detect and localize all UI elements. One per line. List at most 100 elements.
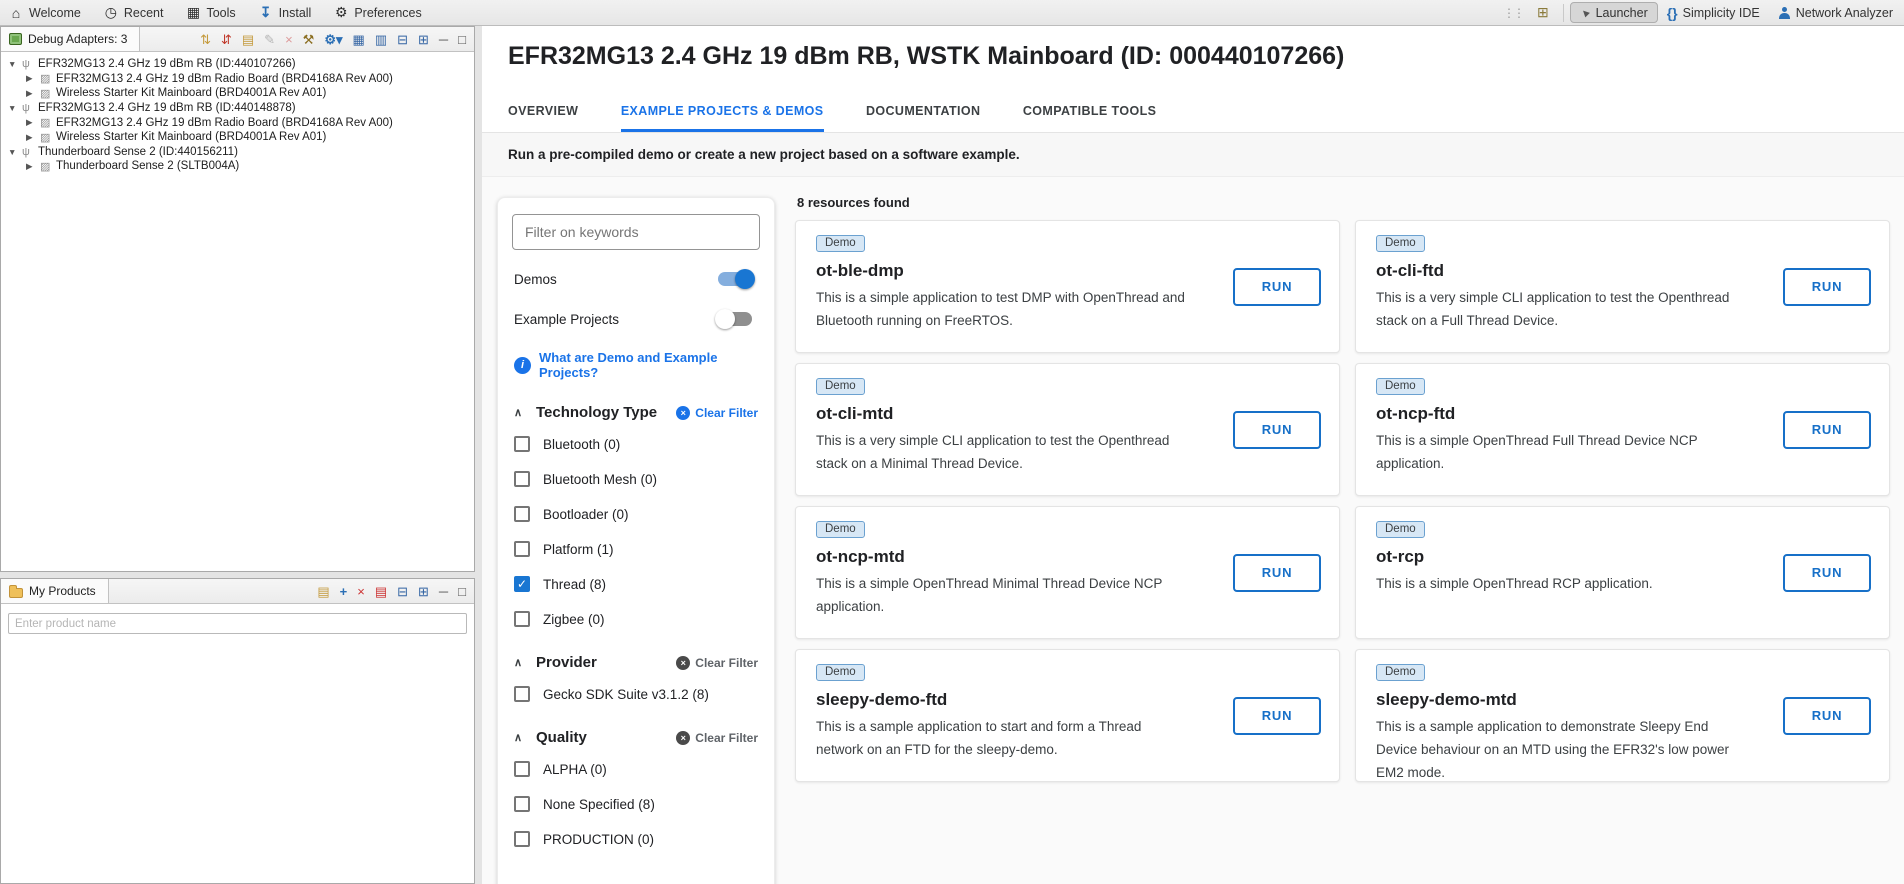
disconnect-icon[interactable]: ⇵ — [221, 33, 232, 46]
new-group-icon[interactable]: ▤ — [242, 33, 254, 46]
checkbox-checked[interactable]: ✓ — [514, 576, 530, 592]
remove-all-icon[interactable]: ▤ — [375, 585, 387, 598]
filter-option-thread: ✓ Thread (8) — [514, 573, 760, 595]
clear-filter-technology[interactable]: × Clear Filter — [676, 406, 758, 420]
run-button[interactable]: RUN — [1233, 268, 1321, 306]
tree-row[interactable]: ▼ ψ EFR32MG13 2.4 GHz 19 dBm RB (ID:4401… — [1, 101, 474, 116]
checkbox-unchecked[interactable] — [514, 506, 530, 522]
open-perspective-icon[interactable]: ⊞ — [1537, 4, 1549, 21]
board-icon: ▨ — [40, 72, 56, 85]
device-tools-icon[interactable]: ⚒ — [303, 33, 315, 46]
run-button[interactable]: RUN — [1233, 554, 1321, 592]
tree-row[interactable]: ▶ ▨ Wireless Starter Kit Mainboard (BRD4… — [1, 86, 474, 101]
example-card-sleepy-demo-ftd: Demo sleepy-demo-ftd This is a sample ap… — [795, 649, 1340, 782]
filter-sidebar: Demos Example Projects i What are Demo a… — [497, 197, 775, 884]
tree-row[interactable]: ▶ ▨ EFR32MG13 2.4 GHz 19 dBm Radio Board… — [1, 115, 474, 130]
demo-badge: Demo — [816, 521, 865, 538]
run-button[interactable]: RUN — [1783, 697, 1871, 735]
minimize-icon[interactable]: ─ — [439, 33, 448, 46]
recent-button[interactable]: ◷ Recent — [103, 4, 164, 21]
collapse-all-icon[interactable]: ⊟ — [397, 33, 408, 46]
copy-table-icon[interactable]: ▥ — [375, 33, 387, 46]
examples-body: Demos Example Projects i What are Demo a… — [482, 177, 1904, 884]
minimize-icon[interactable]: ─ — [439, 585, 448, 598]
tree-row[interactable]: ▼ ψ Thunderboard Sense 2 (ID:440156211) — [1, 145, 474, 160]
demos-toggle[interactable] — [718, 272, 752, 286]
filter-option-zigbee: Zigbee (0) — [514, 608, 760, 630]
page-subtitle: Run a pre-compiled demo or create a new … — [482, 133, 1904, 177]
caret-expanded-icon[interactable]: ▼ — [8, 59, 22, 69]
tree-row[interactable]: ▶ ▨ Wireless Starter Kit Mainboard (BRD4… — [1, 130, 474, 145]
collapse-all-icon[interactable]: ⊟ — [397, 585, 408, 598]
perspective-launcher[interactable]: ▲ Launcher — [1570, 2, 1658, 23]
clear-filter-quality[interactable]: × Clear Filter — [676, 731, 758, 745]
tree-row[interactable]: ▼ ψ EFR32MG13 2.4 GHz 19 dBm RB (ID:4401… — [1, 57, 474, 72]
welcome-button[interactable]: ⌂ Welcome — [8, 5, 81, 21]
caret-collapsed-icon[interactable]: ▶ — [26, 117, 40, 128]
maximize-icon[interactable]: □ — [458, 33, 466, 46]
table-view-icon[interactable]: ▦ — [353, 33, 365, 46]
tab-compatible-tools[interactable]: COMPATIBLE TOOLS — [1023, 104, 1156, 132]
chevron-up-icon[interactable]: ∧ — [514, 656, 536, 669]
new-folder-icon[interactable]: ▤ — [317, 585, 329, 598]
debug-adapters-tab[interactable]: Debug Adapters: 3 — [1, 27, 140, 51]
example-description: This is a simple OpenThread RCP applicat… — [1376, 572, 1751, 595]
run-button[interactable]: RUN — [1233, 411, 1321, 449]
rename-icon[interactable]: ✎ — [264, 33, 275, 46]
remove-product-icon[interactable]: × — [357, 585, 365, 598]
caret-collapsed-icon[interactable]: ▶ — [26, 88, 40, 99]
info-link-row[interactable]: i What are Demo and Example Projects? — [514, 350, 758, 380]
tab-example-projects-demos[interactable]: EXAMPLE PROJECTS & DEMOS — [621, 104, 824, 132]
tools-button[interactable]: ▦ Tools — [185, 4, 235, 21]
checkbox-unchecked[interactable] — [514, 471, 530, 487]
delete-icon[interactable]: × — [285, 33, 293, 46]
checkbox-unchecked[interactable] — [514, 686, 530, 702]
recent-label: Recent — [124, 6, 164, 20]
checkbox-unchecked[interactable] — [514, 796, 530, 812]
filter-option-bluetooth: Bluetooth (0) — [514, 433, 760, 455]
add-product-icon[interactable]: + — [340, 585, 348, 598]
demo-example-info-link[interactable]: What are Demo and Example Projects? — [539, 350, 758, 380]
drag-handle[interactable]: ⋮⋮ — [1503, 6, 1523, 20]
checkbox-unchecked[interactable] — [514, 761, 530, 777]
checkbox-unchecked[interactable] — [514, 436, 530, 452]
perspective-simplicity-ide[interactable]: {} Simplicity IDE — [1658, 2, 1769, 23]
tab-documentation[interactable]: DOCUMENTATION — [866, 104, 980, 132]
demo-badge: Demo — [1376, 235, 1425, 252]
checkbox-unchecked[interactable] — [514, 541, 530, 557]
person-icon — [1778, 7, 1791, 19]
run-button[interactable]: RUN — [1783, 268, 1871, 306]
example-card-ot-cli-ftd: Demo ot-cli-ftd This is a very simple CL… — [1355, 220, 1890, 353]
expand-all-icon[interactable]: ⊞ — [418, 585, 429, 598]
chevron-up-icon[interactable]: ∧ — [514, 731, 536, 744]
run-button[interactable]: RUN — [1233, 697, 1321, 735]
filter-option-production: PRODUCTION (0) — [514, 828, 760, 850]
example-projects-toggle[interactable] — [718, 312, 752, 326]
maximize-icon[interactable]: □ — [458, 585, 466, 598]
caret-collapsed-icon[interactable]: ▶ — [26, 132, 40, 143]
expand-all-icon[interactable]: ⊞ — [418, 33, 429, 46]
connect-icon[interactable]: ⇅ — [200, 33, 211, 46]
checkbox-unchecked[interactable] — [514, 611, 530, 627]
run-button[interactable]: RUN — [1783, 411, 1871, 449]
tree-row[interactable]: ▶ ▨ Thunderboard Sense 2 (SLTB004A) — [1, 159, 474, 174]
caret-expanded-icon[interactable]: ▼ — [8, 103, 22, 113]
filter-option-label: Bootloader (0) — [543, 507, 629, 522]
tab-overview[interactable]: OVERVIEW — [508, 104, 578, 132]
chevron-up-icon[interactable]: ∧ — [514, 406, 536, 419]
braces-icon: {} — [1667, 5, 1678, 21]
checkbox-unchecked[interactable] — [514, 831, 530, 847]
settings-gear-icon[interactable]: ⚙▾ — [324, 33, 342, 46]
keyword-filter-input[interactable] — [512, 214, 760, 250]
caret-collapsed-icon[interactable]: ▶ — [26, 161, 40, 172]
product-name-input[interactable] — [8, 613, 467, 634]
caret-expanded-icon[interactable]: ▼ — [8, 147, 22, 157]
clear-filter-provider[interactable]: × Clear Filter — [676, 656, 758, 670]
run-button[interactable]: RUN — [1783, 554, 1871, 592]
perspective-network-analyzer[interactable]: Network Analyzer — [1769, 2, 1902, 23]
install-button[interactable]: ↧ Install — [258, 4, 312, 21]
preferences-button[interactable]: ⚙ Preferences — [333, 4, 421, 21]
caret-collapsed-icon[interactable]: ▶ — [26, 73, 40, 84]
my-products-tab[interactable]: My Products — [1, 579, 109, 603]
tree-row[interactable]: ▶ ▨ EFR32MG13 2.4 GHz 19 dBm Radio Board… — [1, 72, 474, 87]
